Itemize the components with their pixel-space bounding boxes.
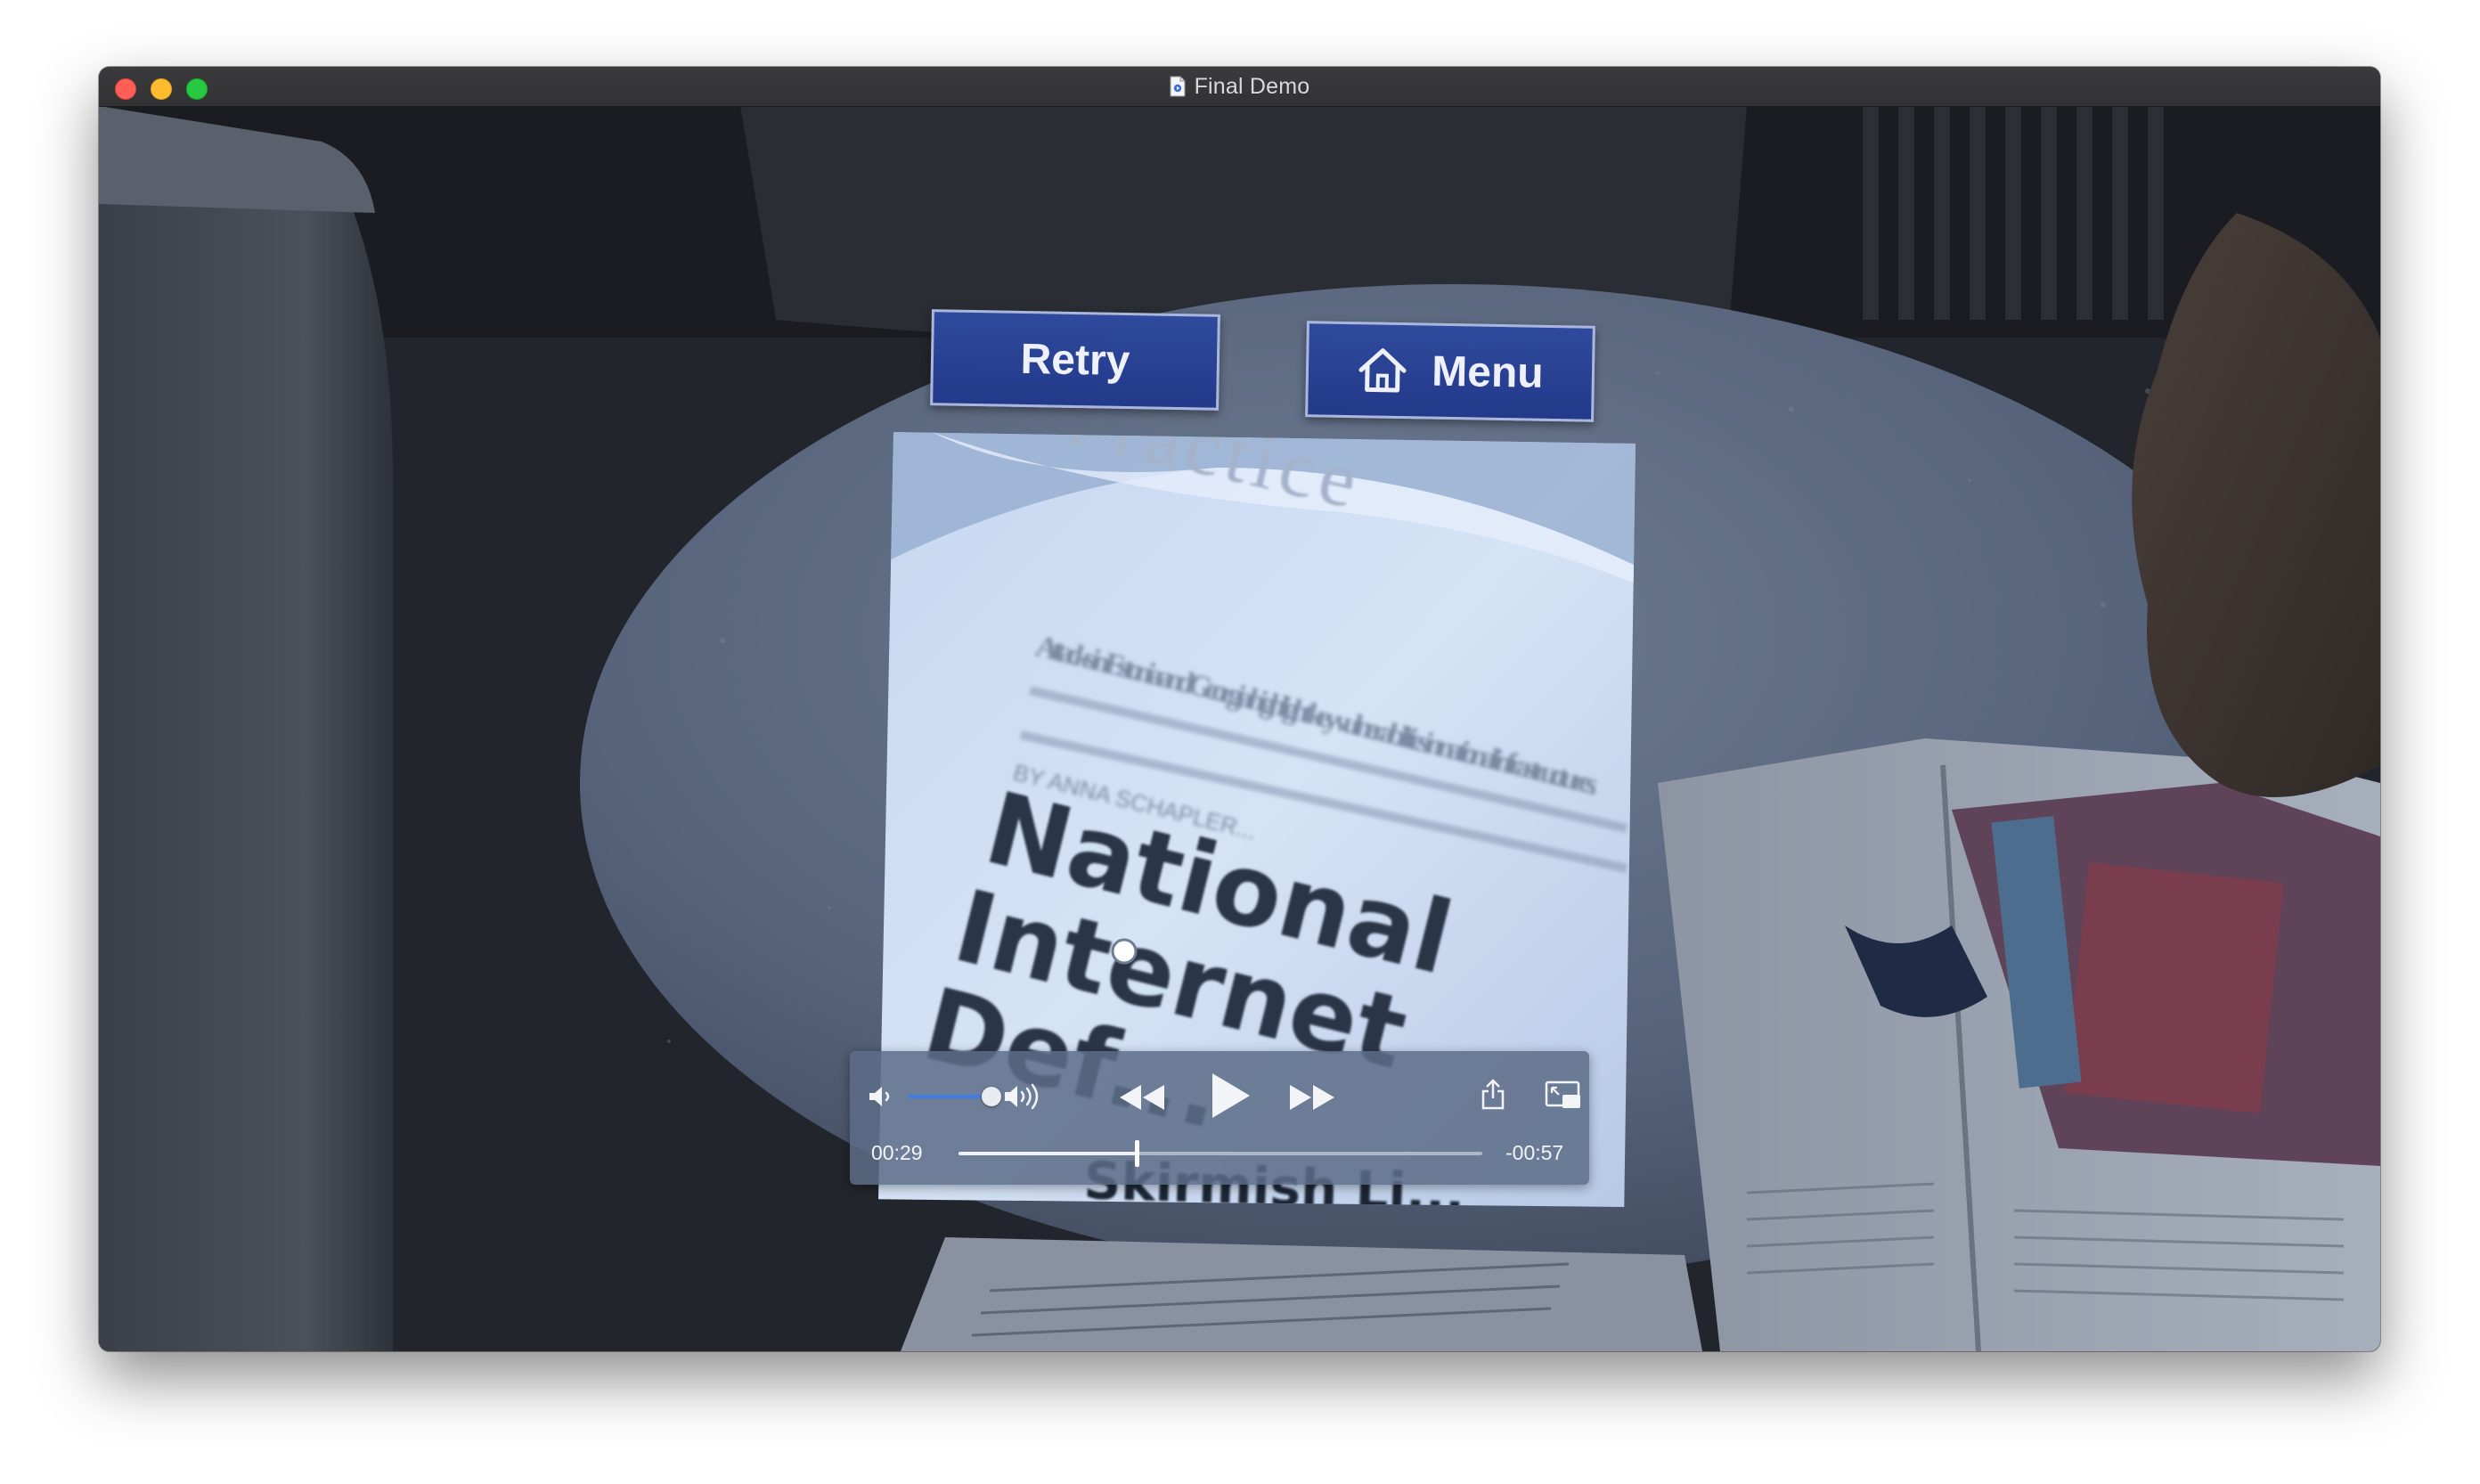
remaining-time: -00:57: [1505, 1141, 1564, 1164]
retry-button-label: Retry: [1020, 335, 1130, 385]
scrubber-progress: [959, 1152, 1137, 1155]
playback-controls[interactable]: 00:29 -00:57: [850, 1051, 1589, 1185]
window-title: Final Demo: [1194, 73, 1310, 99]
fast-forward-icon[interactable]: [1288, 1081, 1336, 1113]
retry-button[interactable]: Retry: [930, 309, 1220, 411]
rewind-icon[interactable]: [1118, 1081, 1166, 1113]
volume-slider-track[interactable]: [908, 1095, 990, 1098]
share-icon[interactable]: [1480, 1079, 1506, 1111]
title-bar[interactable]: Final Demo: [99, 67, 2380, 107]
volume-high-icon[interactable]: [1003, 1083, 1044, 1110]
menu-button-label: Menu: [1431, 347, 1545, 397]
volume-low-icon[interactable]: [868, 1085, 894, 1108]
volume-slider-knob[interactable]: [982, 1087, 1001, 1106]
video-frame: Retry Menu Practice Attacks in Estonia a…: [99, 106, 2380, 1351]
video-file-icon: [1170, 76, 1186, 97]
elapsed-time: 00:29: [871, 1141, 923, 1164]
player-window: Final Demo Retry Menu Practice Attacks i…: [99, 67, 2380, 1351]
scrubber-playhead[interactable]: [1134, 1140, 1139, 1167]
home-icon: [1358, 348, 1407, 393]
cursor-indicator: [1111, 938, 1138, 965]
picture-in-picture-icon[interactable]: [1545, 1080, 1582, 1111]
play-icon[interactable]: [1209, 1071, 1252, 1121]
scrubber-track[interactable]: [959, 1152, 1482, 1155]
menu-button[interactable]: Menu: [1305, 321, 1595, 422]
